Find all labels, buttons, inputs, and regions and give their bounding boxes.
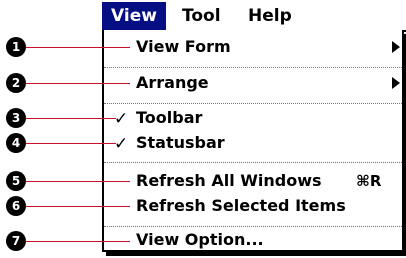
menu-item-refresh-selected-items[interactable]: Refresh Selected Items — [136, 195, 346, 217]
callout-leader-line — [26, 143, 116, 144]
callout-marker: 5 — [6, 171, 26, 191]
callout-leader-line — [26, 181, 130, 182]
menu-item-view-form[interactable]: View Form — [136, 36, 231, 58]
callout-leader-line — [26, 47, 130, 48]
callout-leader-line — [26, 206, 130, 207]
callout-marker: 6 — [6, 196, 26, 216]
callout-marker: 4 — [6, 133, 26, 153]
menu-item-view-option[interactable]: View Option... — [136, 229, 264, 251]
callout-leader-line — [26, 118, 116, 119]
menu-separator — [104, 103, 402, 104]
callout-marker: 1 — [6, 37, 26, 57]
callout-leader-line — [26, 83, 130, 84]
callout-leader-line — [26, 241, 130, 242]
callout-marker: 2 — [6, 73, 26, 93]
menu-bar: View Tool Help — [102, 2, 406, 32]
callout-marker: 7 — [6, 231, 26, 251]
checkmark-icon: ✓ — [114, 109, 129, 129]
menu-item-arrange[interactable]: Arrange — [136, 72, 209, 94]
menubar-tool[interactable]: Tool — [182, 2, 221, 30]
checkmark-icon: ✓ — [114, 134, 129, 154]
menu-shadow-bottom — [106, 252, 406, 256]
submenu-arrow-icon — [392, 41, 400, 53]
callout-marker: 3 — [6, 108, 26, 128]
menubar-help[interactable]: Help — [248, 2, 292, 30]
menu-item-statusbar[interactable]: Statusbar — [136, 132, 225, 154]
menu-item-refresh-all-windows[interactable]: Refresh All Windows — [136, 170, 322, 192]
menu-separator — [104, 162, 402, 163]
shortcut-label: ⌘R — [356, 172, 382, 190]
submenu-arrow-icon — [392, 77, 400, 89]
menubar-view[interactable]: View — [102, 2, 166, 30]
menu-separator — [104, 226, 402, 227]
menu-item-toolbar[interactable]: Toolbar — [136, 107, 202, 129]
menu-separator — [104, 67, 402, 68]
